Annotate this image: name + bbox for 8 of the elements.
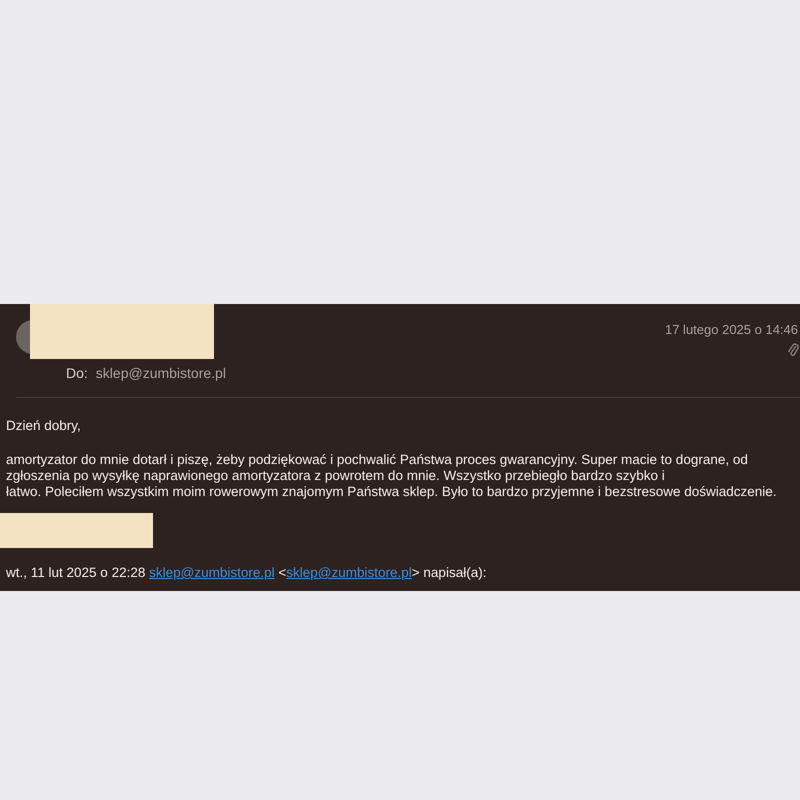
recipient-label: Do: xyxy=(66,365,88,381)
quote-header: wt., 11 lut 2025 o 22:28 sklep@zumbistore.pl <sklep@zumbistore.pl> napisał(a): xyxy=(6,565,488,581)
email-link[interactable]: sklep@zumbistore.pl xyxy=(286,565,412,580)
email-link[interactable]: sklep@zumbistore.pl xyxy=(149,565,275,580)
greeting-text: Dzień dobry, xyxy=(6,418,82,434)
recipient-address: sklep@zumbistore.pl xyxy=(96,365,226,381)
email-date: 17 lutego 2025 o 14:46 xyxy=(664,321,798,339)
message-paragraph: amortyzator do mnie dotarł i piszę, żeby podziękować i pochwalić Państwa proces gwarancyjny. Super macie to dograne, od zgłoszenia po wysyłkę naprawionego amortyzatora z powrotem do mnie. Wszystko przebiegło bardzo szybko i łatwo. Poleciłem wszystkim moim rowerowym znajomym Państwa sklep. Było to bardzo przyjemne i bezstresowe doświadczenie. xyxy=(6,452,778,500)
